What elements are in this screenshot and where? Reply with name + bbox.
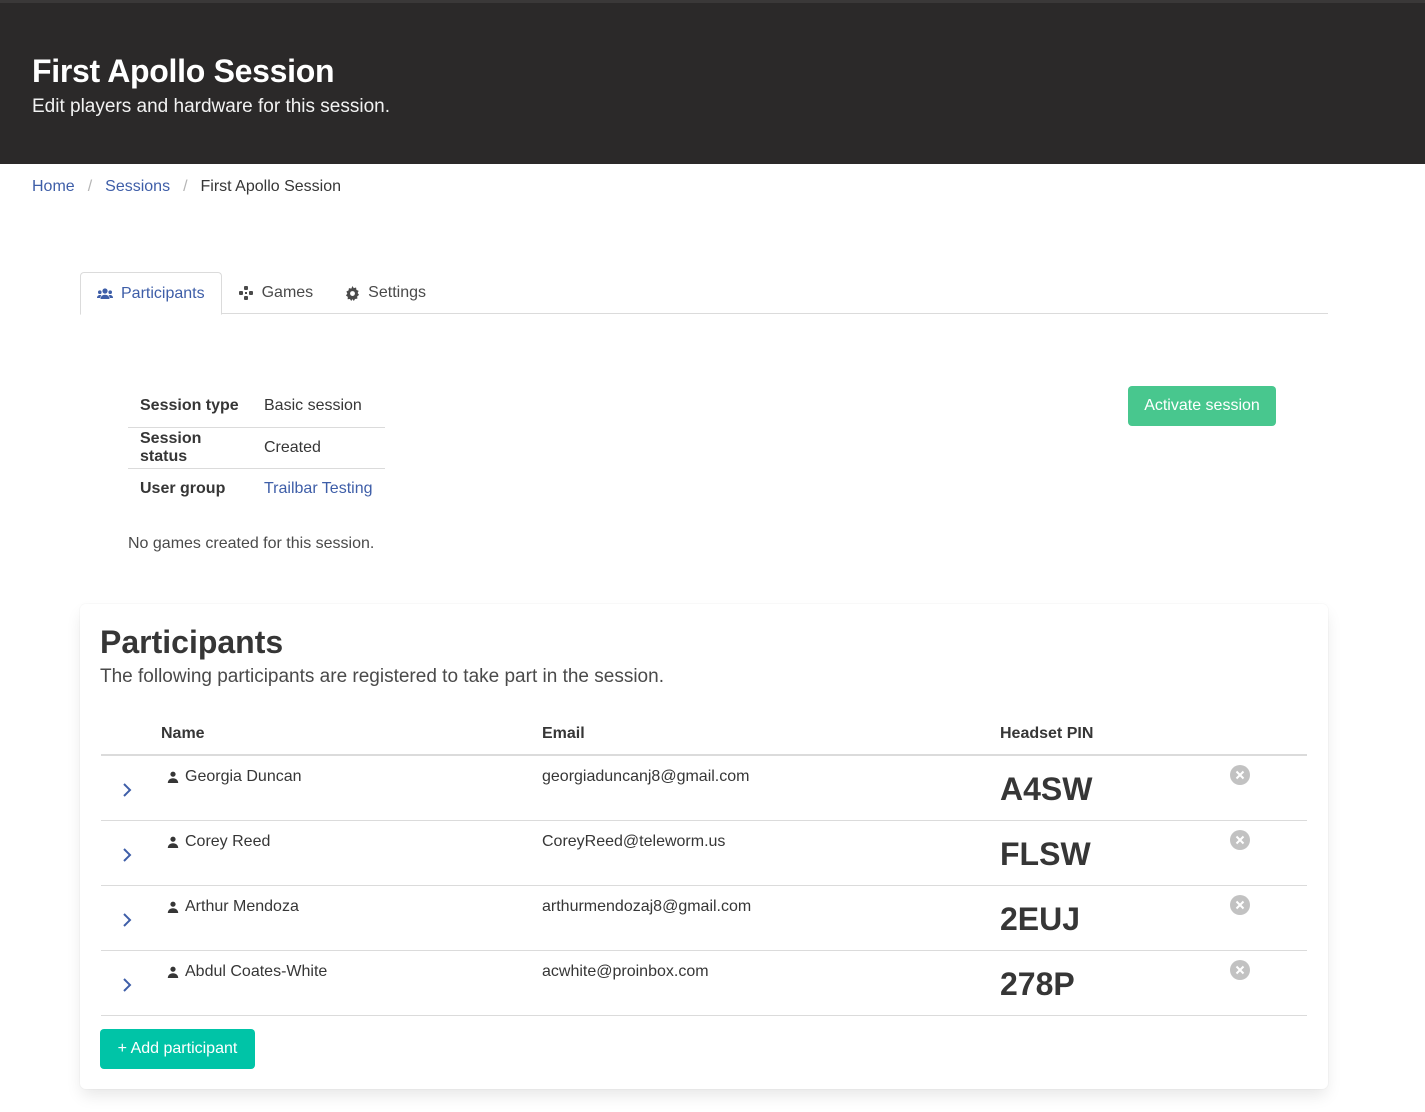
person-icon <box>167 771 179 783</box>
chevron-right-icon[interactable] <box>115 778 139 802</box>
no-games-message: No games created for this session. <box>128 535 375 552</box>
expand-cell <box>101 755 161 821</box>
participant-name: Corey Reed <box>185 832 271 850</box>
participant-email: arthurmendozaj8@gmail.com <box>542 897 752 915</box>
participants-table: Name Email Headset PIN Georgia Duncan ge… <box>101 714 1307 1016</box>
remove-participant-icon[interactable] <box>1229 829 1251 851</box>
participant-email: georgiaduncanj8@gmail.com <box>542 768 750 785</box>
email-cell: georgiaduncanj8@gmail.com <box>542 755 1000 821</box>
table-row: Georgia Duncan georgiaduncanj8@gmail.com… <box>101 755 1307 821</box>
page-title: First Apollo Session <box>32 53 335 89</box>
users-icon <box>97 287 113 301</box>
chevron-right-icon[interactable] <box>115 843 139 867</box>
gear-icon <box>345 285 360 301</box>
headset-pin: 2EUJ <box>1000 900 1081 937</box>
pin-cell: 2EUJ <box>1000 885 1229 951</box>
name-cell: Abdul Coates-White <box>161 950 542 1016</box>
table-header-row: Name Email Headset PIN <box>101 714 1307 756</box>
remove-participant-icon[interactable] <box>1229 894 1251 916</box>
gamepad-icon <box>238 285 254 301</box>
email-cell: arthurmendozaj8@gmail.com <box>542 885 1000 951</box>
hero-banner: First Apollo Session Edit players and ha… <box>0 0 1425 164</box>
email-cell: CoreyReed@teleworm.us <box>542 820 1000 886</box>
table-row: Abdul Coates-White acwhite@proinbox.com … <box>101 950 1307 1016</box>
remove-participant-icon[interactable] <box>1229 959 1251 981</box>
breadcrumb: Home / Sessions / First Apollo Session <box>32 178 341 196</box>
name-cell: Corey Reed <box>161 820 542 886</box>
tab-label: Settings <box>368 284 426 301</box>
participant-name: Abdul Coates-White <box>185 962 328 980</box>
participant-name: Arthur Mendoza <box>185 897 299 915</box>
email-cell: acwhite@proinbox.com <box>542 950 1000 1016</box>
participants-title: Participants <box>100 624 284 660</box>
delete-cell <box>1229 885 1307 951</box>
info-value-cell: Trailbar Testing <box>252 468 385 509</box>
breadcrumb-separator: / <box>87 178 93 195</box>
session-info-table: Session type Basic session Session statu… <box>128 386 385 509</box>
expand-cell <box>101 885 161 951</box>
name-cell: Arthur Mendoza <box>161 885 542 951</box>
tab-label: Games <box>261 284 314 301</box>
tab-games[interactable]: Games <box>222 272 330 314</box>
info-key: User group <box>140 479 226 497</box>
pin-cell: A4SW <box>1000 755 1229 821</box>
info-row: Session status Created <box>128 427 385 469</box>
breadcrumb-home[interactable]: Home <box>32 178 75 196</box>
breadcrumb-sessions[interactable]: Sessions <box>105 178 170 196</box>
tab-bar: Participants Games Settings <box>80 272 1328 315</box>
participant-email: CoreyReed@teleworm.us <box>542 832 726 850</box>
page-subtitle: Edit players and hardware for this sessi… <box>32 96 391 117</box>
remove-participant-icon[interactable] <box>1229 764 1251 786</box>
participant-name: Georgia Duncan <box>185 768 302 785</box>
chevron-right-icon[interactable] <box>115 973 139 997</box>
headset-pin: 278P <box>1000 965 1075 1002</box>
table-row: Corey Reed CoreyReed@teleworm.us FLSW <box>101 820 1307 886</box>
headset-pin: FLSW <box>1000 835 1091 872</box>
expand-column-header <box>101 714 161 756</box>
pin-cell: FLSW <box>1000 820 1229 886</box>
info-value: Created <box>252 427 385 469</box>
email-column-header: Email <box>542 714 1000 756</box>
expand-cell <box>101 820 161 886</box>
tab-label: Participants <box>121 284 205 302</box>
delete-cell <box>1229 950 1307 1016</box>
user-group-link[interactable]: Trailbar Testing <box>264 480 373 497</box>
info-value: Basic session <box>252 386 385 428</box>
participants-card: Participants The following participants … <box>80 604 1328 1089</box>
name-cell: Georgia Duncan <box>161 755 542 821</box>
pin-column-header: Headset PIN <box>1000 714 1229 756</box>
headset-pin: A4SW <box>1000 771 1093 807</box>
breadcrumb-separator: / <box>183 178 188 195</box>
participant-email: acwhite@proinbox.com <box>542 962 709 980</box>
info-key: Session type <box>128 386 252 428</box>
breadcrumb-current: First Apollo Session <box>200 178 342 195</box>
info-key: Session status <box>128 427 252 469</box>
add-participant-button[interactable]: + Add participant <box>100 1029 255 1069</box>
person-icon <box>167 901 179 913</box>
info-row: User group Trailbar Testing <box>128 468 385 509</box>
table-row: Arthur Mendoza arthurmendozaj8@gmail.com… <box>101 885 1307 951</box>
delete-column-header <box>1229 714 1307 756</box>
info-row: Session type Basic session <box>128 386 385 428</box>
pin-cell: 278P <box>1000 950 1229 1016</box>
delete-cell <box>1229 755 1307 821</box>
person-icon <box>167 836 179 848</box>
tab-settings[interactable]: Settings <box>329 272 442 314</box>
person-icon <box>167 966 179 978</box>
chevron-right-icon[interactable] <box>115 908 139 932</box>
expand-cell <box>101 950 161 1016</box>
tab-participants[interactable]: Participants <box>80 272 222 315</box>
participants-subtitle: The following participants are registere… <box>100 666 664 687</box>
delete-cell <box>1229 820 1307 886</box>
name-column-header: Name <box>161 714 542 756</box>
activate-session-button[interactable]: Activate session <box>1128 386 1276 426</box>
